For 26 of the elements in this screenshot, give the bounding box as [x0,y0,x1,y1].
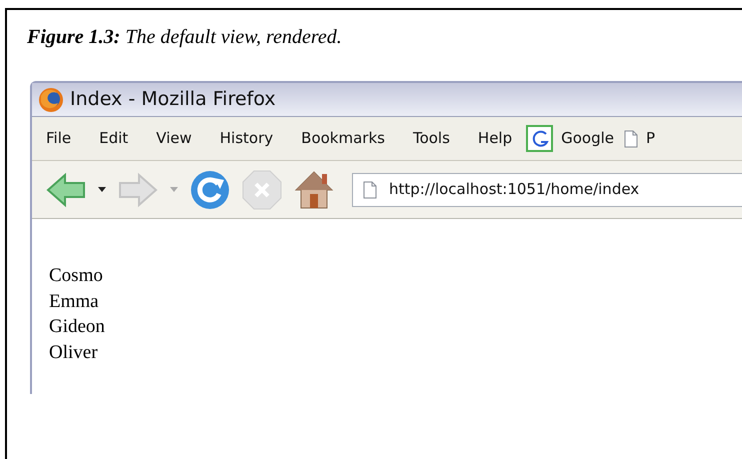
name-text: Gideon [49,315,106,339]
figure-caption: Figure 1.3: The default view, rendered. [27,25,343,50]
window-title: Index - Mozilla Firefox [70,87,276,112]
reload-icon[interactable] [190,170,230,210]
address-field[interactable]: http://localhost:1051/home/index [352,172,742,206]
name-text: Oliver [49,340,99,364]
search-engine-icon [526,125,554,152]
menu-item[interactable]: File [46,127,72,150]
menu-item[interactable]: Edit [99,127,128,150]
back-arrow-icon[interactable] [46,172,86,208]
forward-arrow-icon[interactable] [118,172,158,208]
page-icon [363,180,377,198]
menu-item[interactable]: View [156,127,192,150]
menu-item[interactable]: Tools [412,127,450,150]
caret-icon[interactable] [98,187,106,192]
page-icon [624,130,638,148]
bookmark-link[interactable]: P [646,127,656,150]
home-icon[interactable] [294,170,334,210]
bookmark-link[interactable]: Google [561,127,614,150]
name-text: Emma [49,290,100,314]
menu-item[interactable]: Help [478,127,512,150]
menu-item[interactable]: History [220,127,274,150]
menu-item[interactable]: Bookmarks [301,127,385,150]
name-text: Cosmo [49,264,104,288]
globe-icon [38,86,64,112]
stop-icon[interactable] [242,170,282,210]
